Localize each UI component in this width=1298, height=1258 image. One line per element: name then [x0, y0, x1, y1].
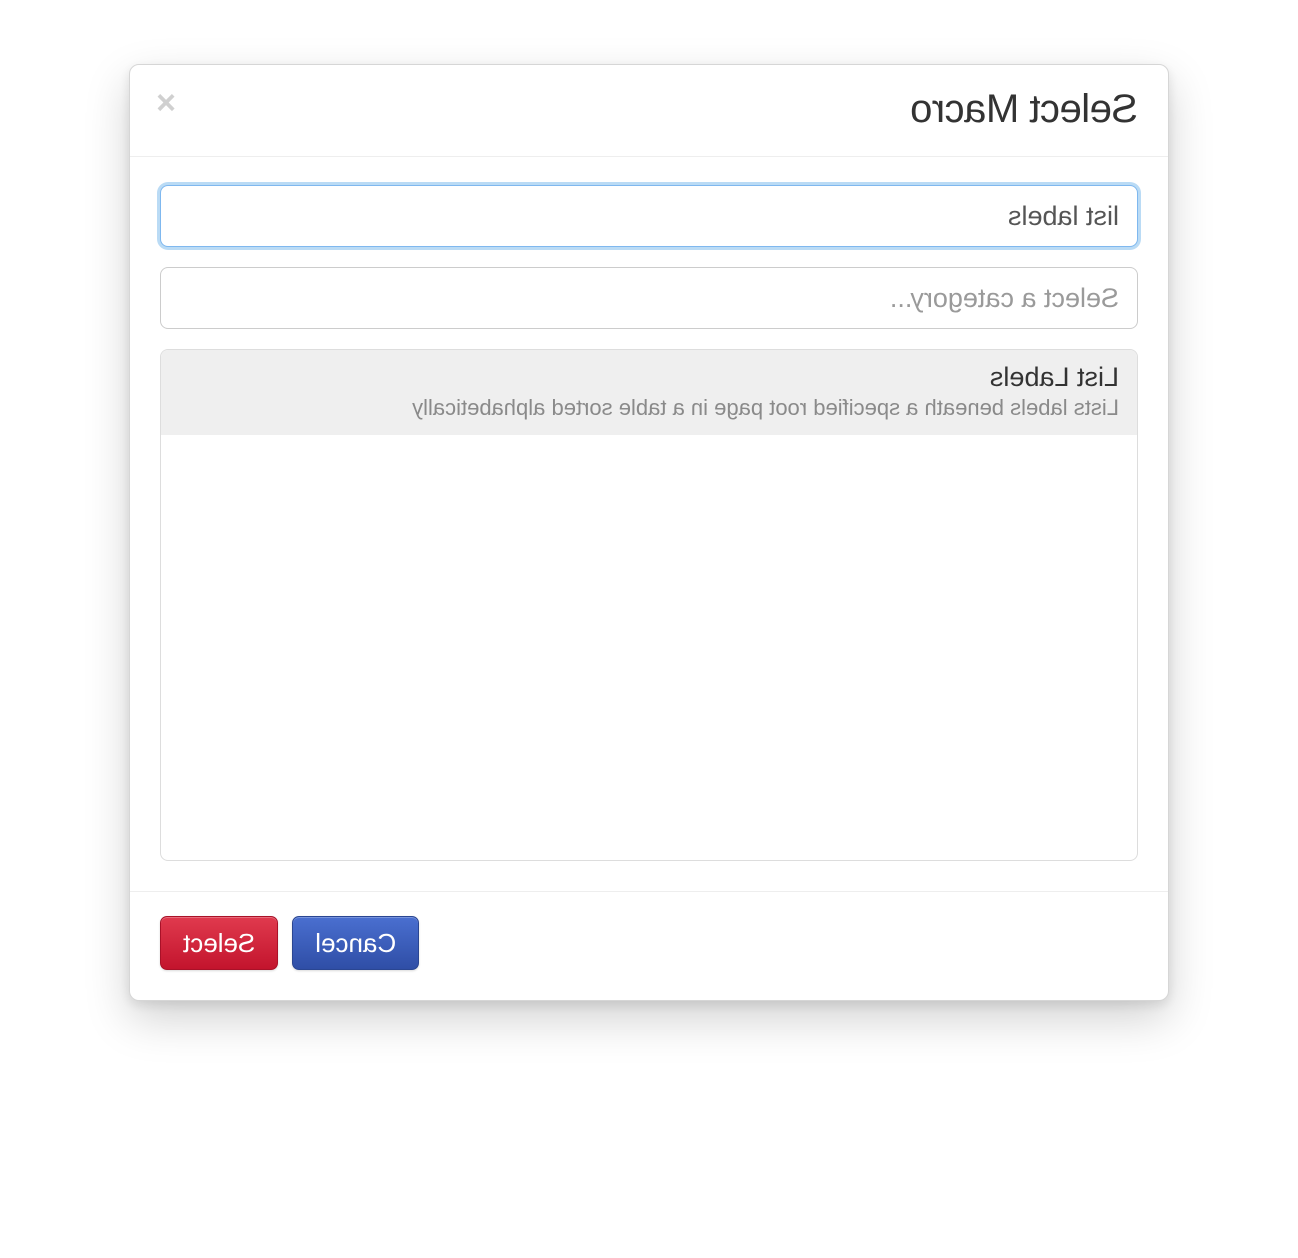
select-macro-modal: Select Macro × Select a category... List… [129, 64, 1169, 1001]
close-button[interactable]: × [150, 87, 182, 119]
modal-footer: Cancel Select [130, 891, 1168, 1000]
search-input[interactable] [160, 185, 1138, 247]
results-panel: List Labels Lists labels beneath a speci… [160, 349, 1138, 861]
modal-body: Select a category... List Labels Lists l… [130, 157, 1168, 891]
category-select[interactable]: Select a category... [160, 267, 1138, 329]
result-item-title: List Labels [179, 362, 1119, 393]
modal-title: Select Macro [160, 87, 1138, 132]
modal-header: Select Macro × [130, 65, 1168, 157]
select-button[interactable]: Select [160, 916, 278, 970]
category-field: Select a category... [160, 267, 1138, 329]
close-icon: × [156, 84, 176, 122]
search-field [160, 185, 1138, 247]
cancel-button[interactable]: Cancel [292, 916, 419, 970]
result-item[interactable]: List Labels Lists labels beneath a speci… [161, 350, 1137, 435]
result-item-description: Lists labels beneath a specified root pa… [179, 395, 1119, 421]
